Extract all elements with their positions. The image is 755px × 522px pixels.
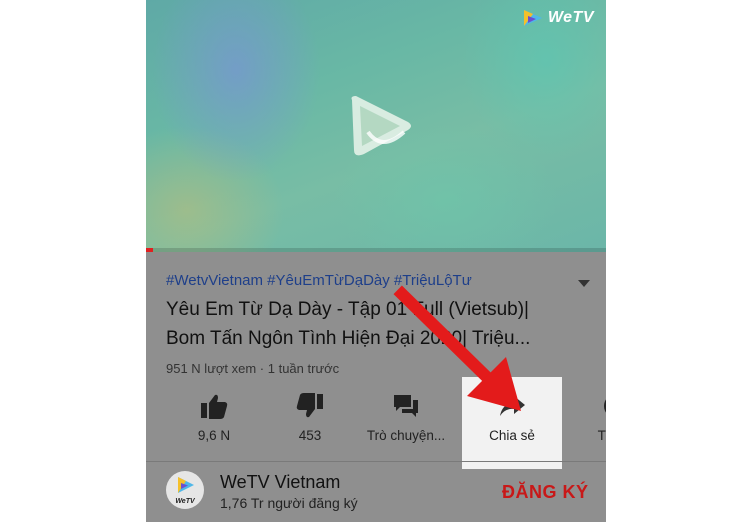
annotation-arrow — [393, 285, 521, 411]
